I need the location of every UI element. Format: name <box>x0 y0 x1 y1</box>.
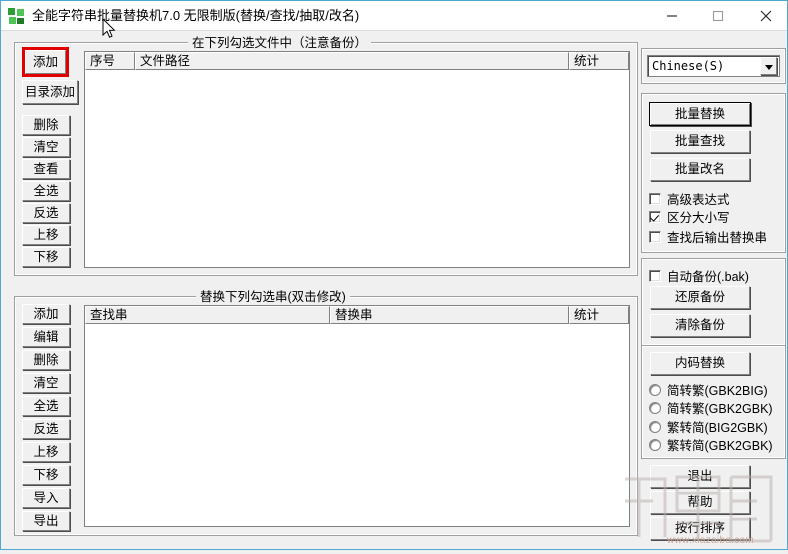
option-advanced-expression[interactable]: 高级表达式 <box>649 189 730 208</box>
files-add-button[interactable]: 添加 <box>25 50 66 74</box>
checkbox-output-after-find[interactable] <box>649 230 661 243</box>
option-case-sensitive-label: 区分大小写 <box>667 211 730 225</box>
option-output-after-find[interactable]: 查找后输出替换串 <box>649 227 767 246</box>
close-icon <box>760 10 771 21</box>
exit-button[interactable]: 退出 <box>650 465 750 488</box>
maximize-icon <box>712 10 723 21</box>
strings-invert-selection-button[interactable]: 反选 <box>22 419 70 439</box>
strings-listview-body[interactable] <box>85 324 629 526</box>
radio-gbk2gbk-trad-label: 繁转简(GBK2GBK) <box>667 439 773 453</box>
batch-replace-button[interactable]: 批量替换 <box>649 102 751 126</box>
radio-gbk2gbk-trad[interactable] <box>649 438 661 451</box>
option-case-sensitive[interactable]: 区分大小写 <box>649 207 730 226</box>
encoding-convert-button[interactable]: 内码替换 <box>650 352 750 375</box>
strings-export-button[interactable]: 导出 <box>22 511 70 531</box>
strings-column-find[interactable]: 查找串 <box>85 306 330 324</box>
minimize-icon <box>666 14 677 17</box>
window-title: 全能字符串批量替换机7.0 无限制版(替换/查找/抽取/改名) <box>32 8 360 23</box>
option-advanced-expression-label: 高级表达式 <box>667 193 730 207</box>
strings-select-all-button[interactable]: 全选 <box>22 396 70 416</box>
close-button[interactable] <box>743 1 788 30</box>
checkbox-auto-backup[interactable] <box>649 269 661 282</box>
files-delete-button[interactable]: 删除 <box>22 115 70 135</box>
files-column-count[interactable]: 统计 <box>569 52 629 70</box>
option-output-after-find-label: 查找后输出替换串 <box>667 231 768 245</box>
restore-backup-button[interactable]: 还原备份 <box>650 286 750 309</box>
help-button[interactable]: 帮助 <box>650 491 750 514</box>
strings-edit-button[interactable]: 编辑 <box>22 327 70 347</box>
strings-add-button[interactable]: 添加 <box>22 304 70 324</box>
strings-delete-button[interactable]: 删除 <box>22 350 70 370</box>
chevron-down-icon[interactable] <box>760 57 777 75</box>
strings-listview[interactable]: 查找串 替换串 统计 <box>84 305 630 527</box>
files-invert-selection-button[interactable]: 反选 <box>22 203 70 223</box>
minimize-button[interactable] <box>649 1 694 30</box>
files-select-all-button[interactable]: 全选 <box>22 181 70 201</box>
radio-big2gbk-label: 繁转简(BIG2GBK) <box>667 421 768 435</box>
option-auto-backup-label: 自动备份(.bak) <box>667 270 749 284</box>
language-combobox[interactable]: Chinese(S) <box>647 55 780 77</box>
files-listview-header: 序号 文件路径 统计 <box>85 52 629 70</box>
sort-by-line-button[interactable]: 按行排序 <box>650 517 750 540</box>
strings-move-down-button[interactable]: 下移 <box>22 465 70 485</box>
radio-row-gbk2gbk-simp[interactable]: 简转繁(GBK2GBK) <box>649 398 773 417</box>
strings-import-button[interactable]: 导入 <box>22 488 70 508</box>
strings-clear-button[interactable]: 清空 <box>22 373 70 393</box>
strings-move-up-button[interactable]: 上移 <box>22 442 70 462</box>
app-squares-icon <box>8 8 25 25</box>
checkbox-case-sensitive[interactable] <box>649 210 661 223</box>
radio-gbk2gbk-simp-label: 简转繁(GBK2GBK) <box>667 402 773 416</box>
batch-rename-button[interactable]: 批量改名 <box>650 158 750 181</box>
files-move-down-button[interactable]: 下移 <box>22 247 70 267</box>
radio-row-gbk2gbk-trad[interactable]: 繁转简(GBK2GBK) <box>649 435 773 454</box>
maximize-button[interactable] <box>695 1 740 30</box>
files-add-directory-button[interactable]: 目录添加 <box>22 80 78 104</box>
files-move-up-button[interactable]: 上移 <box>22 225 70 245</box>
radio-row-big2gbk[interactable]: 繁转简(BIG2GBK) <box>649 417 768 436</box>
checkbox-advanced-expression[interactable] <box>649 192 661 205</box>
radio-gbk2big[interactable] <box>649 383 661 396</box>
title-bar: 全能字符串批量替换机7.0 无限制版(替换/查找/抽取/改名) <box>1 1 787 31</box>
radio-gbk2gbk-simp[interactable] <box>649 401 661 414</box>
files-clear-button[interactable]: 清空 <box>22 137 70 157</box>
application-window: 全能字符串批量替换机7.0 无限制版(替换/查找/抽取/改名) 在下列勾选文件中… <box>0 0 788 550</box>
strings-column-count[interactable]: 统计 <box>569 306 629 324</box>
language-combobox-value: Chinese(S) <box>652 59 725 73</box>
files-listview-body[interactable] <box>85 70 629 267</box>
clear-backup-button[interactable]: 清除备份 <box>650 314 750 337</box>
strings-column-replace[interactable]: 替换串 <box>330 306 569 324</box>
strings-listview-header: 查找串 替换串 统计 <box>85 306 629 324</box>
strings-group-title: 替换下列勾选串(双击修改) <box>196 290 350 304</box>
files-column-path[interactable]: 文件路径 <box>135 52 569 70</box>
radio-big2gbk[interactable] <box>649 420 661 433</box>
files-column-index[interactable]: 序号 <box>85 52 135 70</box>
option-auto-backup[interactable]: 自动备份(.bak) <box>649 266 749 285</box>
radio-gbk2big-label: 简转繁(GBK2BIG) <box>667 384 768 398</box>
files-listview[interactable]: 序号 文件路径 统计 <box>84 51 630 268</box>
batch-find-button[interactable]: 批量查找 <box>650 130 750 153</box>
radio-row-gbk2big[interactable]: 简转繁(GBK2BIG) <box>649 380 768 399</box>
files-group-title: 在下列勾选文件中（注意备份） <box>188 36 372 50</box>
files-view-button[interactable]: 查看 <box>22 159 70 179</box>
